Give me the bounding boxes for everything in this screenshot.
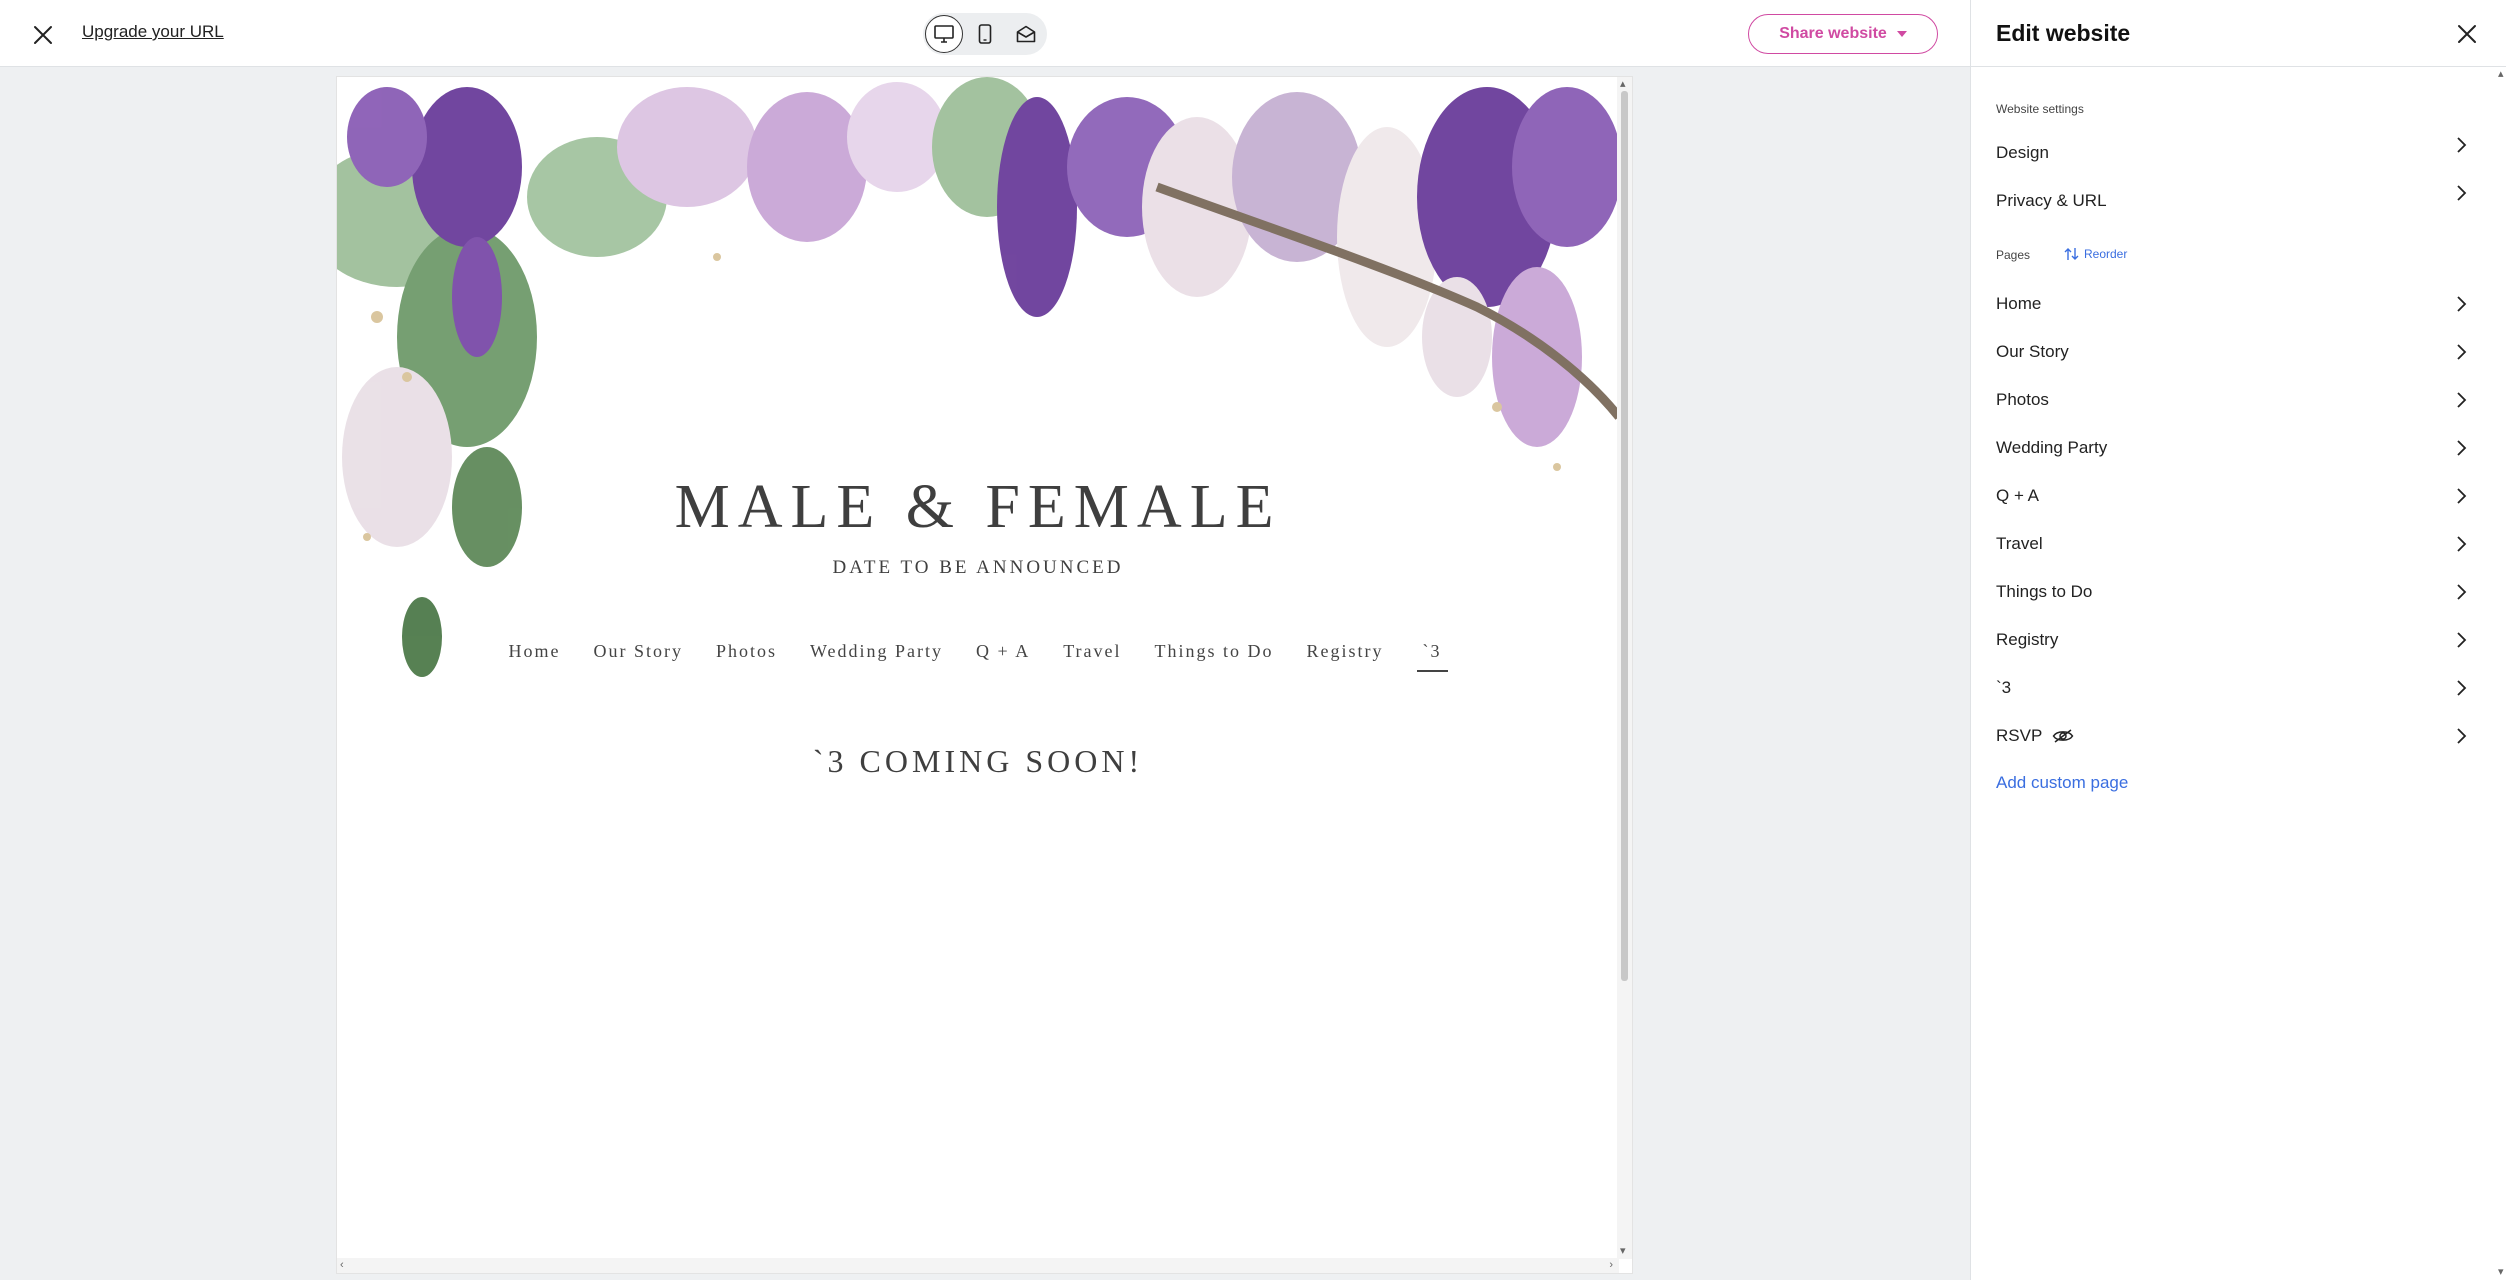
close-icon <box>34 26 52 44</box>
site-nav-registry[interactable]: Registry <box>1307 641 1384 672</box>
hidden-eye-icon <box>2052 729 2074 743</box>
scroll-down-icon[interactable]: ▾ <box>1620 1246 1626 1257</box>
page-item-label: Travel <box>1996 534 2043 553</box>
settings-item-privacy-url[interactable]: Privacy & URL <box>1971 181 2506 221</box>
preview-vertical-scrollbar[interactable]: ▴ ▾ <box>1617 77 1632 1259</box>
page-item-3[interactable]: `3 <box>1971 668 2506 708</box>
page-item-label: Things to Do <box>1996 582 2093 601</box>
pages-label: Pages <box>1996 248 2031 262</box>
chevron-right-icon <box>2457 296 2467 312</box>
mobile-view-button[interactable] <box>966 15 1004 53</box>
site-nav-travel[interactable]: Travel <box>1063 641 1121 672</box>
scroll-right-icon[interactable]: › <box>1609 1260 1613 1271</box>
page-item-our-story[interactable]: Our Story <box>1971 332 2506 372</box>
share-website-label: Share website <box>1779 25 1887 42</box>
chevron-right-icon <box>2457 728 2467 744</box>
upgrade-url-link[interactable]: Upgrade your URL <box>82 22 224 42</box>
reorder-arrows-icon <box>2064 248 2079 260</box>
floral-header-image <box>337 77 1619 677</box>
settings-item-label: Privacy & URL <box>1996 191 2107 210</box>
site-nav-wedding-party[interactable]: Wedding Party <box>810 641 943 672</box>
chevron-right-icon <box>2457 440 2467 456</box>
page-item-label: Q + A <box>1996 486 2039 505</box>
invite-view-button[interactable] <box>1007 15 1045 53</box>
mobile-icon <box>978 24 992 44</box>
close-editor-button[interactable] <box>26 18 60 52</box>
scroll-up-icon[interactable]: ▴ <box>1620 79 1626 90</box>
page-item-label: RSVP <box>1996 726 2043 745</box>
chevron-right-icon <box>2457 680 2467 696</box>
page-item-label: Wedding Party <box>1996 438 2108 457</box>
site-nav-photos[interactable]: Photos <box>716 641 777 672</box>
page-item-label: Home <box>1996 294 2042 313</box>
wedding-date: DATE TO BE ANNOUNCED <box>832 557 1124 578</box>
chevron-right-icon <box>2457 344 2467 360</box>
page-item-photos[interactable]: Photos <box>1971 380 2506 420</box>
preview-scroll-thumb[interactable] <box>1621 91 1628 981</box>
scroll-down-icon[interactable]: ▾ <box>2498 1267 2504 1278</box>
chevron-right-icon <box>2457 632 2467 648</box>
edit-website-panel: Edit website Website settings Design Pri… <box>1970 0 2506 1280</box>
page-item-home[interactable]: Home <box>1971 284 2506 324</box>
chevron-right-icon <box>2457 137 2467 153</box>
website-settings-label: Website settings <box>1996 102 2084 116</box>
page-item-label: Our Story <box>1996 342 2069 361</box>
add-custom-page-link[interactable]: Add custom page <box>1996 773 2128 793</box>
preview-horizontal-scrollbar[interactable]: ‹ › <box>337 1258 1619 1273</box>
site-nav-3[interactable]: `3 <box>1416 641 1448 672</box>
envelope-icon <box>1016 25 1036 43</box>
chevron-right-icon <box>2457 392 2467 408</box>
site-nav-q-a[interactable]: Q + A <box>976 641 1030 672</box>
chevron-right-icon <box>2457 488 2467 504</box>
page-item-label: Registry <box>1996 630 2059 649</box>
page-item-wedding-party[interactable]: Wedding Party <box>1971 428 2506 468</box>
website-preview[interactable]: MALE & FEMALE DATE TO BE ANNOUNCED Home … <box>336 76 1633 1274</box>
page-item-rsvp[interactable]: RSVP <box>1971 716 2506 756</box>
panel-title: Edit website <box>1996 20 2131 46</box>
panel-scrollbar[interactable]: ▴ ▾ <box>2498 67 2506 1280</box>
site-nav-home[interactable]: Home <box>508 641 560 672</box>
scroll-up-icon[interactable]: ▴ <box>2498 69 2504 80</box>
settings-item-design[interactable]: Design <box>1971 133 2506 173</box>
scroll-left-icon[interactable]: ‹ <box>340 1260 344 1271</box>
close-panel-button[interactable] <box>2449 16 2485 52</box>
page-item-registry[interactable]: Registry <box>1971 620 2506 660</box>
couple-names-heading: MALE & FEMALE <box>674 473 1282 541</box>
page-item-q-a[interactable]: Q + A <box>1971 476 2506 516</box>
chevron-right-icon <box>2457 584 2467 600</box>
site-nav-things-to-do[interactable]: Things to Do <box>1155 641 1274 672</box>
site-navigation: Home Our Story Photos Wedding Party Q + … <box>337 641 1619 672</box>
site-nav-our-story[interactable]: Our Story <box>593 641 683 672</box>
device-toggle <box>923 13 1047 55</box>
caret-down-icon <box>1896 31 1907 37</box>
page-item-label: Photos <box>1996 390 2049 409</box>
chevron-right-icon <box>2457 185 2467 201</box>
reorder-button[interactable]: Reorder <box>2064 247 2127 261</box>
pages-section: Pages Reorder <box>1996 247 2127 262</box>
settings-item-label: Design <box>1996 143 2049 162</box>
page-item-things-to-do[interactable]: Things to Do <box>1971 572 2506 612</box>
top-bar: Upgrade your URL Share website <box>0 0 1970 67</box>
chevron-right-icon <box>2457 536 2467 552</box>
page-item-travel[interactable]: Travel <box>1971 524 2506 564</box>
page-item-label: `3 <box>1996 678 2012 697</box>
share-website-button[interactable]: Share website <box>1748 14 1938 54</box>
desktop-view-button[interactable] <box>925 15 963 53</box>
reorder-label: Reorder <box>2084 247 2128 261</box>
desktop-icon <box>934 25 954 43</box>
panel-header: Edit website <box>1971 0 2506 67</box>
close-icon <box>2458 25 2476 43</box>
coming-soon-heading: `3 COMING SOON! <box>812 743 1144 779</box>
